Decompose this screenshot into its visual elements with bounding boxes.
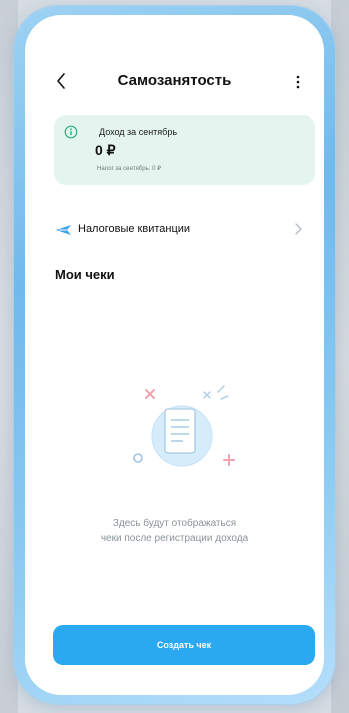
empty-receipts-illustration-icon — [133, 385, 235, 467]
income-card[interactable]: Доход за сентябрь 0 ₽ Налог за сентябрь:… — [54, 115, 315, 185]
empty-state-line-2: чеки после регистрации дохода — [100, 533, 249, 544]
more-vertical-icon[interactable] — [295, 74, 301, 90]
my-checks-heading: Мои чеки — [55, 267, 115, 282]
tax-receipts-label: Налоговые квитанции — [78, 223, 191, 235]
empty-state-text: Здесь будут отображаться чеки после реги… — [55, 516, 294, 546]
chevron-right-icon — [295, 223, 302, 235]
create-check-button[interactable]: Создать чек — [53, 625, 315, 665]
tax-receipts-row[interactable]: Налоговые квитанции — [25, 217, 324, 243]
app-screen: Самозанятость Доход за сентябрь 0 ₽ Нало… — [25, 15, 324, 695]
income-amount: 0 ₽ — [95, 142, 116, 158]
paper-plane-icon — [56, 225, 71, 235]
phone-frame: Самозанятость Доход за сентябрь 0 ₽ Нало… — [14, 6, 335, 704]
empty-state-line-1: Здесь будут отображаться — [112, 518, 237, 529]
top-bar: Самозанятость — [25, 67, 324, 97]
page-title: Самозанятость — [117, 72, 232, 89]
info-icon[interactable] — [64, 125, 78, 139]
income-period-label: Доход за сентябрь — [99, 127, 178, 137]
tax-amount-label: Налог за сентябрь: 0 ₽ — [97, 166, 161, 172]
